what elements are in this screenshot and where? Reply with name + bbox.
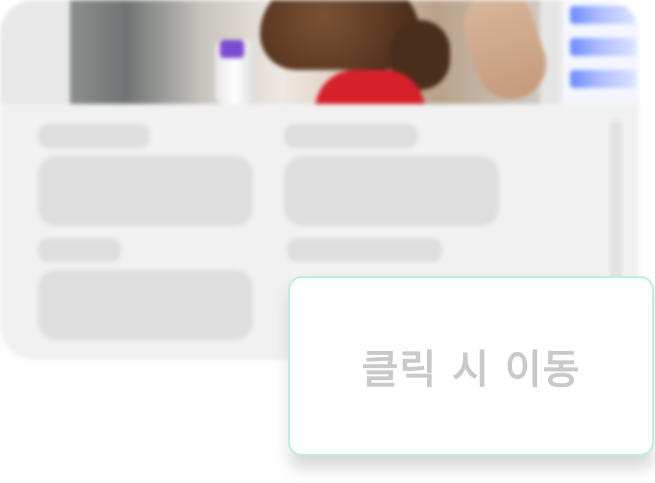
- scrollbar[interactable]: [610, 120, 622, 290]
- skeleton-label: [38, 124, 150, 148]
- bottle-cap: [220, 40, 244, 58]
- skeleton-label: [287, 238, 442, 262]
- skeleton-field: [284, 156, 499, 226]
- header-photo: [0, 0, 639, 104]
- skeleton-label: [38, 238, 121, 262]
- photo-scene: [70, 0, 556, 104]
- skeleton-field: [38, 156, 253, 226]
- skeleton-field: [38, 270, 253, 340]
- blue-tag: [570, 6, 636, 24]
- cta-label: 클릭 시 이동: [361, 347, 581, 393]
- arm: [454, 0, 556, 104]
- photo-left-frame: [0, 0, 70, 104]
- skeleton-label: [284, 124, 418, 148]
- photo-right-panel: [562, 0, 639, 104]
- blue-tag: [570, 38, 636, 56]
- blue-tag: [570, 70, 636, 88]
- cta-button[interactable]: 클릭 시 이동: [288, 276, 654, 456]
